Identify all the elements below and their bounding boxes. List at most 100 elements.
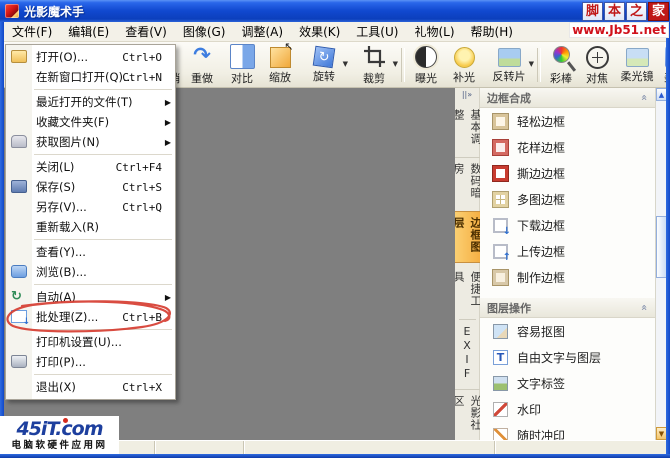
redo-icon: ↷ <box>190 44 215 69</box>
menu-item-reload[interactable]: 重新载入(R) <box>6 217 175 237</box>
menu-item-close[interactable]: 关闭(L) Ctrl+F4 <box>6 157 175 177</box>
reversal-film-dropdown-icon[interactable]: ▼ <box>529 60 534 68</box>
panel-item-easy-cutout[interactable]: 容易抠图 <box>480 318 655 344</box>
panel-item-multi-frame[interactable]: 多图边框 <box>480 186 655 212</box>
menubar: 文件(F) 编辑(E) 查看(V) 图像(G) 调整(A) 效果(K) 工具(U… <box>4 22 666 42</box>
frame-icon <box>493 140 508 155</box>
reversal-film-icon <box>498 48 521 67</box>
menu-separator <box>34 154 172 155</box>
resize-icon: ↖ <box>270 47 291 68</box>
status-cell <box>244 441 495 454</box>
cutout-icon <box>493 324 508 339</box>
resize-button[interactable]: ↖ 缩放 <box>261 44 299 86</box>
menu-image[interactable]: 图像(G) <box>175 21 234 42</box>
crop-dropdown-icon[interactable]: ▼ <box>393 60 398 68</box>
logo-red-dot <box>63 418 68 423</box>
folder-icon <box>11 50 27 63</box>
menu-item-open-new-window[interactable]: 在新窗口打开(Q)... Ctrl+N <box>6 67 175 87</box>
status-cell <box>495 441 666 454</box>
panel-item-make-frame[interactable]: 制作边框 <box>480 264 655 290</box>
scroll-down-icon[interactable]: ▼ <box>656 427 666 440</box>
reversal-film-button[interactable]: 反转片 ▼ <box>483 44 535 86</box>
exposure-icon <box>415 46 437 68</box>
focus-button[interactable]: 对焦 <box>579 44 615 86</box>
collapse-section-icon[interactable]: « <box>638 94 651 101</box>
rotate-icon: ↻ <box>313 46 336 69</box>
panel-item-fancy-frame[interactable]: 花样边框 <box>480 134 655 160</box>
menu-tools[interactable]: 工具(U) <box>348 21 406 42</box>
window-title: 光影魔术手 <box>24 3 84 20</box>
menu-item-print[interactable]: 打印(P)... <box>6 352 175 372</box>
panel-item-torn-frame[interactable]: 撕边边框 <box>480 160 655 186</box>
app-window: 光影魔术手 脚 本 之 家 www.Jb51.net 文件(F) 编辑(E) 查… <box>0 0 670 458</box>
multi-frame-icon <box>493 192 508 207</box>
panel-item-watermark[interactable]: 水印 <box>480 396 655 422</box>
menu-item-auto[interactable]: ↻ 自动(A) ▶ <box>6 287 175 307</box>
menu-item-favorites-folder[interactable]: 收藏文件夹(F) ▶ <box>6 112 175 132</box>
panel-item-text-tag[interactable]: 文字标签 <box>480 370 655 396</box>
menu-item-recent-files[interactable]: 最近打开的文件(T) ▶ <box>6 92 175 112</box>
site-watermark-boxes: 脚 本 之 家 <box>569 2 669 21</box>
scroll-up-icon[interactable]: ▲ <box>656 88 666 101</box>
menu-item-printer-setup[interactable]: 打印机设置(U)... <box>6 332 175 352</box>
menu-item-batch-process[interactable]: ↓ 批处理(Z)... Ctrl+B <box>6 307 175 327</box>
batch-process-icon: ↓ <box>11 310 27 323</box>
tab-exif[interactable]: EXIF <box>459 319 476 386</box>
submenu-arrow-icon: ▶ <box>165 293 171 302</box>
submenu-arrow-icon: ▶ <box>165 138 171 147</box>
collapse-panel-icon[interactable]: ||» <box>462 88 472 101</box>
menu-item-save-as[interactable]: 另存(V)... Ctrl+Q <box>6 197 175 217</box>
menu-gift[interactable]: 礼物(L) <box>406 21 462 42</box>
color-wand-icon <box>553 46 570 63</box>
exposure-button[interactable]: 曝光 <box>407 44 445 86</box>
menu-edit[interactable]: 编辑(E) <box>60 21 117 42</box>
section-layer-ops[interactable]: 图层操作 « <box>480 298 655 318</box>
menu-item-browse[interactable]: 浏览(B)... <box>6 262 175 282</box>
collapse-section-icon[interactable]: « <box>638 304 651 311</box>
menu-item-open[interactable]: 打开(O)... Ctrl+O <box>6 47 175 67</box>
color-wand-button[interactable]: 彩棒 <box>543 44 579 86</box>
submenu-arrow-icon: ▶ <box>165 118 171 127</box>
soft-lens-button[interactable]: 柔光镜 <box>615 44 659 86</box>
menu-view[interactable]: 查看(V) <box>117 21 175 42</box>
watermark-char: 家 <box>648 2 669 21</box>
footer-logo: 45iT.com 电脑软硬件应用网 <box>0 416 119 454</box>
floppy-disk-icon <box>11 180 27 193</box>
panel-item-upload-frame[interactable]: ↑ 上传边框 <box>480 238 655 264</box>
redo-button[interactable]: ↷ 重做 <box>181 44 223 86</box>
menu-separator <box>34 89 172 90</box>
toolbar-separator <box>537 48 541 82</box>
section-frame-compose[interactable]: 边框合成 « <box>480 88 655 108</box>
refresh-icon: ↻ <box>11 290 27 303</box>
rotate-dropdown-icon[interactable]: ▼ <box>343 60 348 68</box>
menu-item-exit[interactable]: 退出(X) Ctrl+X <box>6 377 175 397</box>
scanner-icon <box>11 135 27 148</box>
watermark-char: 脚 <box>582 2 603 21</box>
panel-item-print-anytime[interactable]: 随时冲印 <box>480 422 655 440</box>
watermark-url: www.Jb51.net <box>569 22 669 38</box>
panel-item-free-text-layer[interactable]: T 自由文字与图层 <box>480 344 655 370</box>
panel-scrollbar[interactable]: ▲ ▼ <box>655 88 666 440</box>
scrollbar-thumb[interactable] <box>656 216 666 278</box>
watermark-char: 之 <box>626 2 647 21</box>
panel-item-easy-frame[interactable]: 轻松边框 <box>480 108 655 134</box>
status-cell <box>155 441 244 454</box>
panel-item-download-frame[interactable]: ↓ 下载边框 <box>480 212 655 238</box>
beauty-button[interactable]: 美容 <box>659 44 666 86</box>
menu-file[interactable]: 文件(F) <box>4 21 60 42</box>
rotate-button[interactable]: ↻ 旋转 ▼ <box>299 44 349 86</box>
menu-adjust[interactable]: 调整(A) <box>233 21 291 42</box>
menu-effects[interactable]: 效果(K) <box>291 21 348 42</box>
site-watermark: 脚 本 之 家 www.Jb51.net <box>569 2 669 38</box>
menu-item-view[interactable]: 查看(Y)... <box>6 242 175 262</box>
file-menu: 打开(O)... Ctrl+O 在新窗口打开(Q)... Ctrl+N 最近打开… <box>5 44 176 400</box>
fill-light-button[interactable]: 补光 <box>445 44 483 86</box>
window-border <box>0 22 4 458</box>
compare-button[interactable]: 对比 <box>223 44 261 86</box>
menu-item-save[interactable]: 保存(S) Ctrl+S <box>6 177 175 197</box>
soft-lens-icon <box>626 48 649 67</box>
crop-button[interactable]: 裁剪 ▼ <box>349 44 399 86</box>
menu-help[interactable]: 帮助(H) <box>463 21 521 42</box>
window-border <box>666 22 670 458</box>
menu-item-acquire-image[interactable]: 获取图片(N) ▶ <box>6 132 175 152</box>
